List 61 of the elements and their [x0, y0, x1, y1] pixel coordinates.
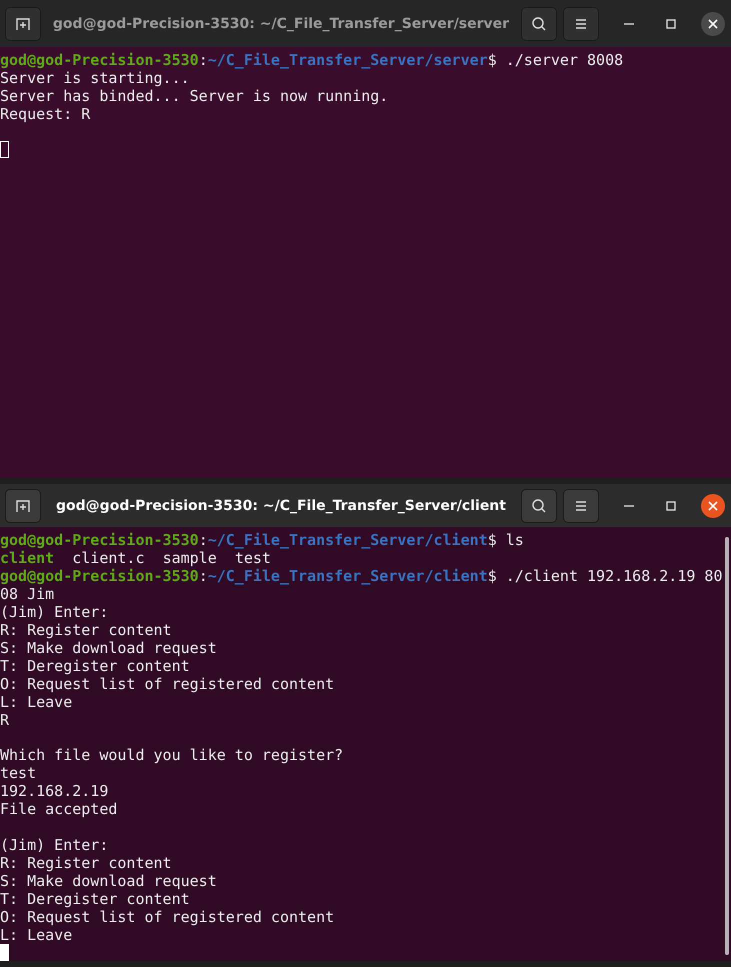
output-line: R: Register content	[0, 854, 172, 872]
output-line: Server is starting...	[0, 69, 190, 87]
prompt-symbol: $	[488, 51, 497, 69]
output-line: R: Register content	[0, 621, 172, 639]
output-line: Server has binded... Server is now running.	[0, 87, 388, 105]
file-name: sample	[162, 549, 217, 567]
prompt-user: god@god-Precision-3530	[0, 531, 199, 549]
menu-button[interactable]	[563, 488, 599, 522]
prompt-separator: :	[198, 531, 208, 549]
output-line: L: Leave	[0, 693, 72, 711]
output-line: T: Deregister content	[0, 890, 190, 908]
close-icon	[708, 500, 718, 510]
menu-button[interactable]	[563, 6, 599, 40]
new-tab-icon	[15, 16, 31, 32]
window-title: god@god-Precision-3530: ~/C_File_Transfer_Server/client	[55, 498, 507, 514]
output-line: File accepted	[0, 800, 118, 818]
prompt-symbol: $	[488, 531, 497, 549]
prompt-user: god@god-Precision-3530	[0, 567, 199, 585]
prompt-user: god@god-Precision-3530	[0, 51, 199, 69]
output-line: Which file would you like to register?	[0, 746, 344, 764]
output-line: Request: R	[0, 105, 90, 123]
command-text: ./server 8008	[504, 51, 624, 69]
command-text: ls	[504, 531, 524, 549]
prompt-separator: :	[198, 51, 208, 69]
close-button[interactable]	[701, 12, 725, 36]
prompt-path: ~/C_File_Transfer_Server/client	[208, 531, 488, 549]
new-tab-icon	[15, 498, 31, 514]
output-line: (Jim) Enter:	[0, 836, 108, 854]
output-line: 192.168.2.19	[0, 782, 108, 800]
search-icon	[531, 16, 547, 32]
prompt-symbol: $	[488, 567, 497, 585]
output-line: T: Deregister content	[0, 657, 190, 675]
output-line: (Jim) Enter:	[0, 603, 108, 621]
search-button[interactable]	[521, 6, 557, 40]
file-name: client.c	[72, 549, 144, 567]
close-button[interactable]	[701, 494, 725, 518]
minimize-icon	[624, 504, 634, 506]
new-tab-button[interactable]	[5, 488, 41, 522]
output-line: R	[0, 711, 10, 729]
command-text: ./client 192.168.2.19 80	[504, 567, 722, 585]
prompt-path: ~/C_File_Transfer_Server/client	[208, 567, 488, 585]
output-line: O: Request list of registered content	[0, 908, 334, 926]
scrollbar[interactable]	[725, 537, 729, 955]
output-line: S: Make download request	[0, 872, 217, 890]
output-line: S: Make download request	[0, 639, 217, 657]
prompt-path: ~/C_File_Transfer_Server/server	[208, 51, 488, 69]
output-line: O: Request list of registered content	[0, 675, 334, 693]
search-button[interactable]	[521, 488, 557, 522]
output-line: test	[0, 764, 36, 782]
close-icon	[708, 18, 718, 28]
search-icon	[531, 498, 547, 514]
maximize-icon	[666, 500, 676, 510]
new-tab-button[interactable]	[5, 6, 41, 40]
window-title: god@god-Precision-3530: ~/C_File_Transfer_Server/server	[52, 16, 510, 32]
file-name: test	[234, 549, 271, 567]
maximize-icon	[666, 18, 676, 28]
prompt-separator: :	[198, 567, 208, 585]
file-name: client	[0, 549, 54, 567]
output-line: 08 Jim	[0, 585, 54, 603]
output-line: L: Leave	[0, 926, 72, 944]
minimize-icon	[624, 22, 634, 24]
